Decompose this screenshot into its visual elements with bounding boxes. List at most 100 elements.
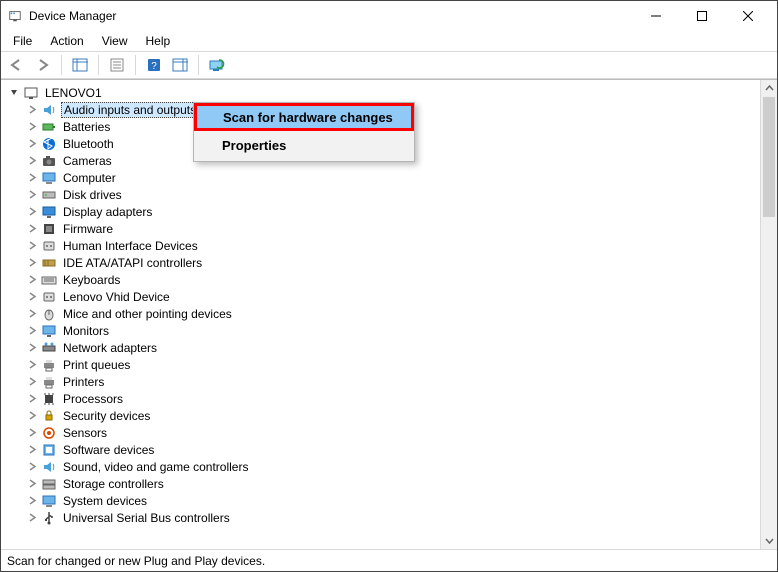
tree-item-label: Lenovo Vhid Device: [61, 290, 172, 304]
tree-item[interactable]: Lenovo Vhid Device: [5, 288, 760, 305]
showhide-tree-button[interactable]: [68, 54, 92, 76]
expander-icon[interactable]: [25, 460, 39, 474]
tree-item[interactable]: Disk drives: [5, 186, 760, 203]
tree-item[interactable]: Firmware: [5, 220, 760, 237]
menu-action[interactable]: Action: [42, 32, 91, 50]
storage-icon: [41, 476, 57, 492]
tree-item[interactable]: Display adapters: [5, 203, 760, 220]
tree-item[interactable]: Print queues: [5, 356, 760, 373]
tree-item[interactable]: Universal Serial Bus controllers: [5, 509, 760, 526]
menu-view[interactable]: View: [94, 32, 136, 50]
scroll-up-arrow[interactable]: [761, 80, 777, 97]
expander-icon[interactable]: [25, 392, 39, 406]
menu-help[interactable]: Help: [138, 32, 179, 50]
computer-icon: [23, 85, 39, 101]
expander-icon[interactable]: [7, 86, 21, 100]
tree-item-label: System devices: [61, 494, 149, 508]
usb-icon: [41, 510, 57, 526]
expander-icon[interactable]: [25, 494, 39, 508]
expander-icon[interactable]: [25, 205, 39, 219]
expander-icon[interactable]: [25, 188, 39, 202]
tree-item-label: Print queues: [61, 358, 132, 372]
tree-item-label: Disk drives: [61, 188, 124, 202]
tree-item[interactable]: System devices: [5, 492, 760, 509]
tree-item-label: Keyboards: [61, 273, 122, 287]
scroll-track[interactable]: [761, 97, 777, 532]
expander-icon[interactable]: [25, 375, 39, 389]
tree-item[interactable]: Network adapters: [5, 339, 760, 356]
scroll-thumb[interactable]: [763, 97, 775, 217]
expander-icon[interactable]: [25, 137, 39, 151]
system-icon: [41, 493, 57, 509]
tree-item-label: Network adapters: [61, 341, 159, 355]
tree-item[interactable]: Sensors: [5, 424, 760, 441]
tree-item[interactable]: Keyboards: [5, 271, 760, 288]
tree-item[interactable]: IDE ATA/ATAPI controllers: [5, 254, 760, 271]
content-area: LENOVO1Audio inputs and outputsBatteries…: [1, 79, 777, 549]
expander-icon[interactable]: [25, 222, 39, 236]
expander-icon[interactable]: [25, 290, 39, 304]
vertical-scrollbar[interactable]: [760, 80, 777, 549]
expander-icon[interactable]: [25, 239, 39, 253]
properties-button[interactable]: [105, 54, 129, 76]
tree-item[interactable]: Storage controllers: [5, 475, 760, 492]
tree-item-label: Computer: [61, 171, 118, 185]
battery-icon: [41, 119, 57, 135]
tree-item[interactable]: Human Interface Devices: [5, 237, 760, 254]
tree-item-label: Sensors: [61, 426, 109, 440]
close-button[interactable]: [725, 1, 771, 31]
tree-item[interactable]: Security devices: [5, 407, 760, 424]
status-text: Scan for changed or new Plug and Play de…: [7, 554, 265, 568]
ctx-scan-hardware[interactable]: Scan for hardware changes: [194, 103, 414, 131]
separator: [61, 55, 62, 75]
expander-icon[interactable]: [25, 273, 39, 287]
action-pane-button[interactable]: [168, 54, 192, 76]
expander-icon[interactable]: [25, 307, 39, 321]
tree-item[interactable]: Sound, video and game controllers: [5, 458, 760, 475]
sensor-icon: [41, 425, 57, 441]
camera-icon: [41, 153, 57, 169]
tree-item[interactable]: Monitors: [5, 322, 760, 339]
toolbar: ?: [1, 51, 777, 79]
expander-icon[interactable]: [25, 120, 39, 134]
menu-file[interactable]: File: [5, 32, 40, 50]
app-icon: [7, 8, 23, 24]
expander-icon[interactable]: [25, 511, 39, 525]
scan-hardware-button[interactable]: [205, 54, 229, 76]
audio-icon: [41, 102, 57, 118]
expander-icon[interactable]: [25, 443, 39, 457]
cpu-icon: [41, 391, 57, 407]
expander-icon[interactable]: [25, 103, 39, 117]
tree-item-label: Storage controllers: [61, 477, 166, 491]
expander-icon[interactable]: [25, 256, 39, 270]
expander-icon[interactable]: [25, 409, 39, 423]
display-icon: [41, 204, 57, 220]
tree-root[interactable]: LENOVO1: [5, 84, 760, 101]
expander-icon[interactable]: [25, 341, 39, 355]
scroll-down-arrow[interactable]: [761, 532, 777, 549]
help-button[interactable]: ?: [142, 54, 166, 76]
expander-icon[interactable]: [25, 171, 39, 185]
ctx-properties[interactable]: Properties: [196, 131, 412, 159]
window-title: Device Manager: [29, 9, 633, 23]
software-icon: [41, 442, 57, 458]
expander-icon[interactable]: [25, 154, 39, 168]
maximize-button[interactable]: [679, 1, 725, 31]
tree-item[interactable]: Mice and other pointing devices: [5, 305, 760, 322]
mouse-icon: [41, 306, 57, 322]
forward-button[interactable]: [31, 54, 55, 76]
tree-item-label: IDE ATA/ATAPI controllers: [61, 256, 204, 270]
tree-item-label: Monitors: [61, 324, 111, 338]
hid-icon: [41, 289, 57, 305]
separator: [98, 55, 99, 75]
tree-item[interactable]: Computer: [5, 169, 760, 186]
expander-icon[interactable]: [25, 324, 39, 338]
expander-icon[interactable]: [25, 426, 39, 440]
expander-icon[interactable]: [25, 358, 39, 372]
back-button[interactable]: [5, 54, 29, 76]
tree-item[interactable]: Software devices: [5, 441, 760, 458]
tree-item[interactable]: Processors: [5, 390, 760, 407]
tree-item[interactable]: Printers: [5, 373, 760, 390]
minimize-button[interactable]: [633, 1, 679, 31]
expander-icon[interactable]: [25, 477, 39, 491]
